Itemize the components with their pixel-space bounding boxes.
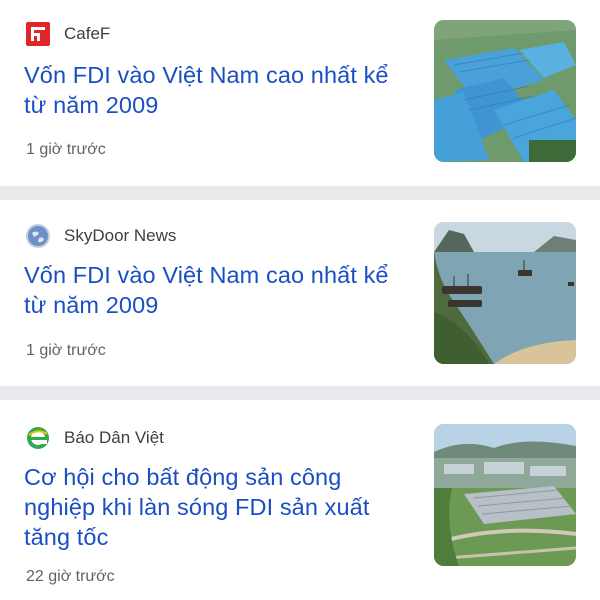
bay-with-boats-image[interactable]: [434, 222, 576, 364]
globe-icon: [26, 224, 50, 248]
industrial-zone-landscape-image[interactable]: [434, 424, 576, 566]
article-headline[interactable]: Vốn FDI vào Việt Nam cao nhất kể từ năm …: [24, 60, 406, 120]
article-card[interactable]: Báo Dân Việt Cơ hội cho bất động sản côn…: [0, 400, 600, 600]
card-divider: [0, 186, 600, 200]
cafef-logo-icon: [26, 22, 50, 46]
source-row: SkyDoor News: [26, 224, 176, 248]
card-divider: [0, 386, 600, 400]
source-name[interactable]: SkyDoor News: [64, 226, 176, 246]
article-card[interactable]: CafeF Vốn FDI vào Việt Nam cao nhất kể t…: [0, 0, 600, 186]
article-headline[interactable]: Vốn FDI vào Việt Nam cao nhất kể từ năm …: [24, 260, 406, 320]
industrial-park-aerial-image[interactable]: [434, 20, 576, 162]
article-time: 1 giờ trước: [26, 141, 106, 158]
article-headline[interactable]: Cơ hội cho bất động sản công nghiệp khi …: [24, 462, 406, 552]
source-name[interactable]: CafeF: [64, 24, 110, 44]
source-row: Báo Dân Việt: [26, 426, 164, 450]
news-feed: CafeF Vốn FDI vào Việt Nam cao nhất kể t…: [0, 0, 600, 600]
article-time: 22 giờ trước: [26, 568, 115, 585]
article-time: 1 giờ trước: [26, 342, 106, 359]
source-row: CafeF: [26, 22, 110, 46]
source-name[interactable]: Báo Dân Việt: [64, 428, 164, 448]
dan-viet-logo-icon: [26, 426, 50, 450]
article-card[interactable]: SkyDoor News Vốn FDI vào Việt Nam cao nh…: [0, 200, 600, 386]
